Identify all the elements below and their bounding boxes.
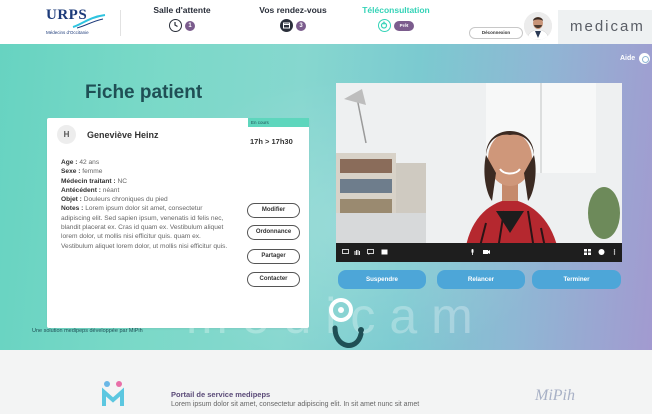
top-bar: URPS Médecins d'Occitanie Salle d'attent… xyxy=(0,0,652,44)
info-object: Objet : Douleurs chroniques du pied xyxy=(61,196,168,204)
info-history: Antécédent : néant xyxy=(61,186,120,194)
microphone-icon[interactable] xyxy=(469,249,476,255)
brand-logo: medicam xyxy=(558,10,652,44)
help-icon[interactable] xyxy=(639,53,650,64)
info-sex: Sexe : femme xyxy=(61,168,103,176)
footer: Portail de service medipeps Lorem ipsum … xyxy=(0,350,652,414)
help-link[interactable]: Aide xyxy=(620,55,635,62)
credit-text: Une solution medipeps développée par MiP… xyxy=(32,328,143,334)
medipeps-logo xyxy=(102,381,124,406)
patient-name: Geneviève Heinz xyxy=(87,130,159,140)
patient-initial-avatar: H xyxy=(57,125,76,144)
footer-title: Portail de service medipeps xyxy=(171,390,271,399)
image-icon[interactable] xyxy=(381,249,388,255)
prescription-button[interactable]: Ordonnance xyxy=(247,225,300,240)
nav-divider xyxy=(120,10,121,36)
main-area: Aide Fiche patient H Geneviève Heinz En … xyxy=(0,44,652,350)
medicam-logo-icon xyxy=(329,298,364,348)
calendar-icon xyxy=(280,19,293,32)
status-badge: En cours xyxy=(248,118,309,127)
video-toolbar xyxy=(336,243,622,262)
logout-button[interactable]: Déconnexion xyxy=(469,27,523,39)
brand-text: medicam xyxy=(570,18,645,35)
grid-icon[interactable] xyxy=(584,249,591,255)
nav-rendez-vous[interactable]: Vos rendez-vous 3 xyxy=(255,5,331,32)
video-feed xyxy=(336,83,622,262)
nav-badge: 1 xyxy=(185,20,195,31)
camera-icon[interactable] xyxy=(483,249,490,255)
more-options-icon[interactable] xyxy=(611,249,618,255)
info-notes: Notes : Lorem ipsum dolor sit amet, cons… xyxy=(61,205,228,250)
footer-text: Lorem ipsum dolor sit amet, consectetur … xyxy=(171,401,420,408)
info-age: Age : 42 ans xyxy=(61,159,100,166)
page-title: Fiche patient xyxy=(85,82,203,103)
info-doctor: Médecin traitant : NC xyxy=(61,177,127,185)
nav-teleconsultation[interactable]: Téléconsultation Prêt xyxy=(359,5,433,32)
screen-icon[interactable] xyxy=(342,249,349,255)
modify-button[interactable]: Modifier xyxy=(247,203,300,218)
urps-swoosh-icon xyxy=(72,14,106,29)
contact-button[interactable]: Contacter xyxy=(247,272,300,287)
chat-icon[interactable] xyxy=(367,249,374,255)
nav-status-badge: Prêt xyxy=(394,20,414,31)
share-button[interactable]: Partager xyxy=(247,249,300,264)
info-icon[interactable] xyxy=(598,249,605,255)
mipih-logo: MiPih xyxy=(535,387,575,404)
patient-info: Age : 42 ans Sexe : femme Médecin traita… xyxy=(61,158,229,251)
clock-icon xyxy=(169,19,182,32)
urps-logo[interactable]: URPS Médecins d'Occitanie xyxy=(46,7,118,39)
nav-badge: 3 xyxy=(296,20,306,31)
nav-salle-attente[interactable]: Salle d'attente 1 xyxy=(148,5,216,32)
nav-label: Téléconsultation xyxy=(362,5,430,15)
nav-label: Salle d'attente xyxy=(153,5,211,15)
doctor-avatar[interactable] xyxy=(524,12,552,40)
patient-video-image xyxy=(336,83,622,262)
hand-icon[interactable] xyxy=(354,249,361,255)
power-icon xyxy=(378,19,391,32)
urps-logo-subtitle: Médecins d'Occitanie xyxy=(46,30,89,35)
appointment-time: 17h > 17h30 xyxy=(250,137,293,146)
nav-label: Vos rendez-vous xyxy=(259,5,327,15)
end-call-button[interactable]: Terminer xyxy=(532,270,621,289)
